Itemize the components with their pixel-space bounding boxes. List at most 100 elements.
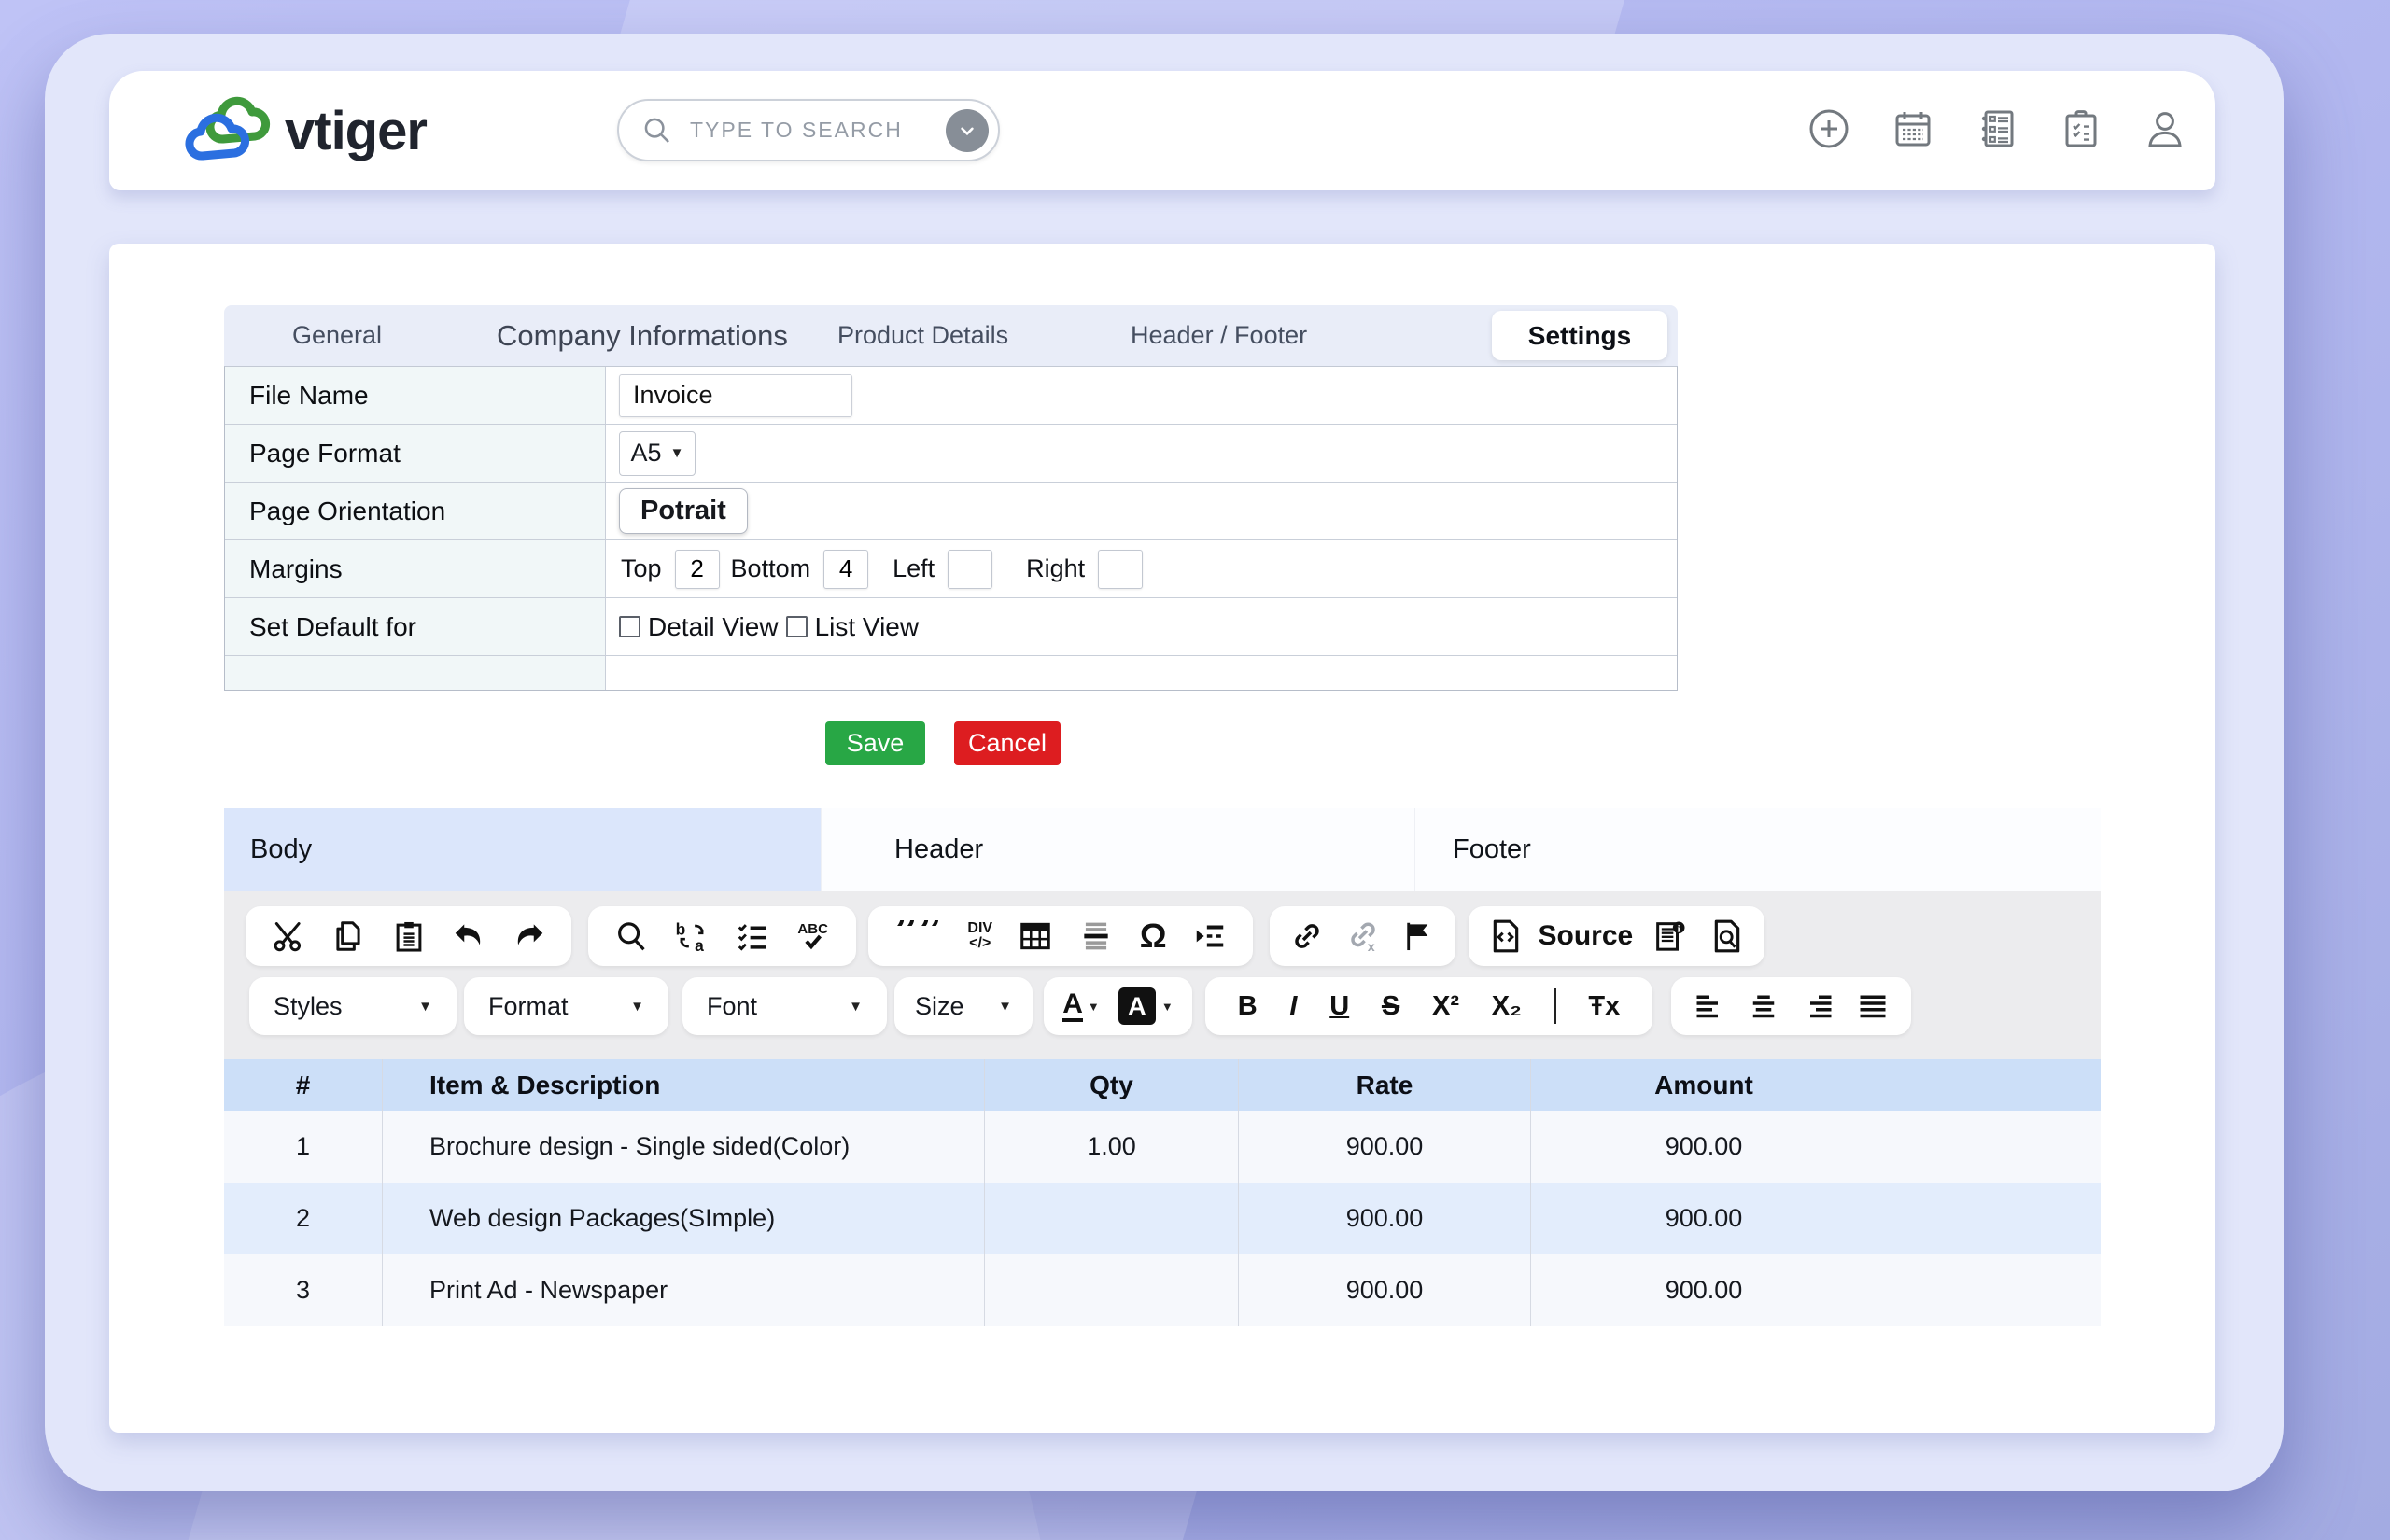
source-icon[interactable] [1487,917,1525,955]
approvals-button[interactable] [2059,106,2103,151]
tab-header-footer[interactable]: Header / Footer [1125,305,1313,366]
horizontal-line-icon[interactable] [1078,918,1114,954]
cell-num: 3 [224,1254,383,1326]
align-justify-icon[interactable] [1856,989,1890,1023]
caret-down-icon: ▼ [418,999,432,1015]
anchor-icon[interactable] [1400,918,1436,954]
svg-text:a: a [695,936,704,954]
div-container-icon[interactable]: DIV</> [967,921,992,951]
margin-bottom-input[interactable] [823,550,868,589]
tab-header[interactable]: Header [821,808,1414,891]
svg-text:x: x [1367,940,1374,954]
search-icon [641,115,673,147]
text-color-icon[interactable]: A▼ [1062,990,1100,1022]
global-search[interactable] [617,99,1000,161]
font-label: Font [707,992,757,1021]
link-icon[interactable] [1289,918,1325,954]
superscript-button[interactable]: X² [1432,991,1459,1022]
search-input[interactable] [688,117,946,144]
strikethrough-button[interactable]: S [1382,991,1399,1022]
col-header-qty: Qty [985,1059,1239,1111]
chevron-down-icon [955,119,979,143]
caret-down-icon: ▼ [670,445,684,461]
tab-body[interactable]: Body [224,808,821,891]
profile-button[interactable] [2143,106,2187,151]
margin-top-input[interactable] [675,550,720,589]
quick-create-button[interactable] [1807,106,1851,151]
copy-icon[interactable] [330,918,366,954]
brand-name: vtiger [285,100,427,162]
select-all-icon[interactable] [735,918,770,954]
table-row: 1 Brochure design - Single sided(Color) … [224,1111,2101,1183]
special-character-icon[interactable]: Ω [1140,917,1167,956]
bold-button[interactable]: B [1238,991,1258,1022]
top-navbar: vtiger [109,71,2215,190]
margins-label: Margins [225,540,606,597]
editor-toolbar: ba ABC ”” DIV</> [224,891,2101,1059]
tab-settings[interactable]: Settings [1492,311,1667,360]
tab-footer[interactable]: Footer [1414,808,2101,891]
color-group: A▼ A▼ [1044,977,1192,1035]
italic-button[interactable]: I [1289,991,1297,1022]
cell-description: Brochure design - Single sided(Color) [383,1111,985,1183]
file-name-input[interactable] [619,374,852,417]
list-view-checkbox[interactable] [786,616,808,637]
page-format-select[interactable]: A5 ▼ [619,431,696,476]
tasks-button[interactable] [1975,106,2019,151]
device-frame: vtiger [45,34,2284,1491]
cell-amount: 900.00 [1531,1111,2101,1183]
table-row: 3 Print Ad - Newspaper 900.00 900.00 [224,1254,2101,1326]
save-button[interactable]: Save [825,721,925,765]
list-view-label: List View [815,612,920,642]
editor-tabbar: Body Header Footer [224,808,2101,891]
cell-rate: 900.00 [1239,1254,1531,1326]
styles-label: Styles [274,992,343,1021]
page-break-icon[interactable] [1192,918,1228,954]
font-dropdown[interactable]: Font ▼ [682,977,887,1035]
margin-right-input[interactable] [1098,550,1143,589]
margin-left-input[interactable] [948,550,992,589]
tab-company-informations[interactable]: Company Informations [491,305,794,366]
source-label[interactable]: Source [1539,920,1634,952]
col-header-description: Item & Description [383,1059,985,1111]
align-left-icon[interactable] [1693,989,1726,1023]
preview-icon[interactable] [1708,917,1746,955]
clipboard-check-icon [2059,106,2103,151]
cell-amount: 900.00 [1531,1254,2101,1326]
col-header-rate: Rate [1239,1059,1531,1111]
background-color-icon[interactable]: A▼ [1118,987,1174,1025]
remove-format-button[interactable]: Ŧx [1588,991,1620,1022]
paste-icon[interactable] [391,918,427,954]
vtiger-app-window: vtiger [0,0,2390,1540]
unlink-icon[interactable]: x [1345,918,1381,954]
undo-icon[interactable] [451,918,486,954]
size-dropdown[interactable]: Size ▼ [894,977,1033,1035]
detail-view-checkbox[interactable] [619,616,640,637]
cancel-button[interactable]: Cancel [954,721,1061,765]
tab-product-details[interactable]: Product Details [832,305,1014,366]
col-header-amount: Amount [1531,1059,2101,1111]
blockquote-icon[interactable]: ”” [893,920,942,952]
format-dropdown[interactable]: Format ▼ [464,977,668,1035]
cut-icon[interactable] [271,918,306,954]
align-right-icon[interactable] [1802,989,1835,1023]
table-row: 2 Web design Packages(SImple) 900.00 900… [224,1183,2101,1254]
margin-left-label: Left [893,554,935,583]
replace-icon[interactable]: ba [674,918,710,954]
search-scope-dropdown[interactable] [946,109,989,152]
calendar-button[interactable] [1891,106,1935,151]
templates-icon[interactable]: i [1652,917,1689,955]
page-orientation-button[interactable]: Potrait [619,488,748,534]
tab-general[interactable]: General [287,305,387,366]
page-format-label: Page Format [225,425,606,482]
spellcheck-icon[interactable]: ABC [795,918,831,954]
styles-dropdown[interactable]: Styles ▼ [249,977,457,1035]
align-center-icon[interactable] [1747,989,1780,1023]
align-group [1671,977,1911,1035]
table-icon[interactable] [1018,918,1053,954]
settings-tabbar: General Company Informations Product Det… [224,305,1678,366]
subscript-button[interactable]: X₂ [1492,991,1522,1022]
redo-icon[interactable] [512,918,547,954]
underline-button[interactable]: U [1329,991,1349,1022]
find-icon[interactable] [613,918,649,954]
